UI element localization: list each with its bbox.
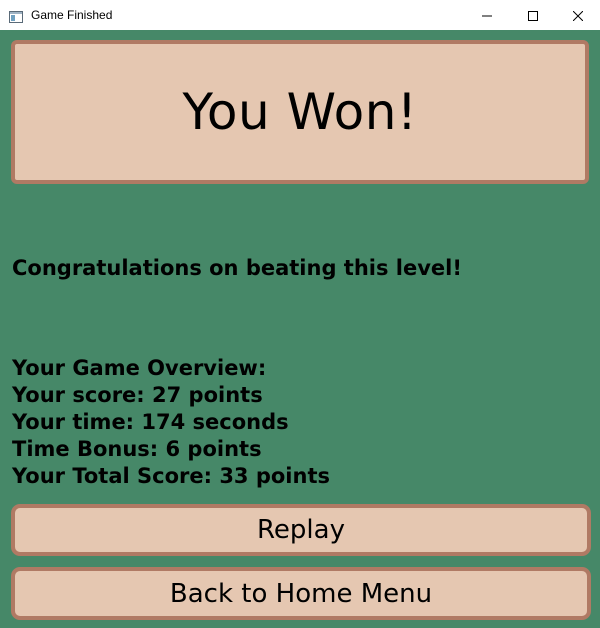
score-line: Your score: 27 points xyxy=(12,383,263,407)
back-to-home-button[interactable]: Back to Home Menu xyxy=(11,567,591,620)
result-banner: You Won! xyxy=(11,40,589,184)
time-line: Your time: 174 seconds xyxy=(12,410,289,434)
game-overview: Your Game Overview: Your score: 27 point… xyxy=(12,355,330,490)
time-bonus-line: Time Bonus: 6 points xyxy=(12,437,262,461)
replay-button[interactable]: Replay xyxy=(11,504,591,556)
close-button[interactable] xyxy=(555,0,600,30)
maximize-icon xyxy=(528,6,538,25)
game-finished-window: Game Finished You Won! Congratulations o… xyxy=(0,0,600,628)
minimize-button[interactable] xyxy=(464,0,510,30)
maximize-button[interactable] xyxy=(510,0,556,30)
congratulations-message: Congratulations on beating this level! xyxy=(12,256,462,280)
title-bar[interactable]: Game Finished xyxy=(0,0,600,30)
window-title: Game Finished xyxy=(31,8,113,22)
minimize-icon xyxy=(482,6,492,25)
result-title: You Won! xyxy=(182,83,418,141)
overview-heading: Your Game Overview: xyxy=(12,356,267,380)
close-icon xyxy=(572,6,584,25)
window-app-icon xyxy=(9,8,23,23)
total-score-line: Your Total Score: 33 points xyxy=(12,464,330,488)
